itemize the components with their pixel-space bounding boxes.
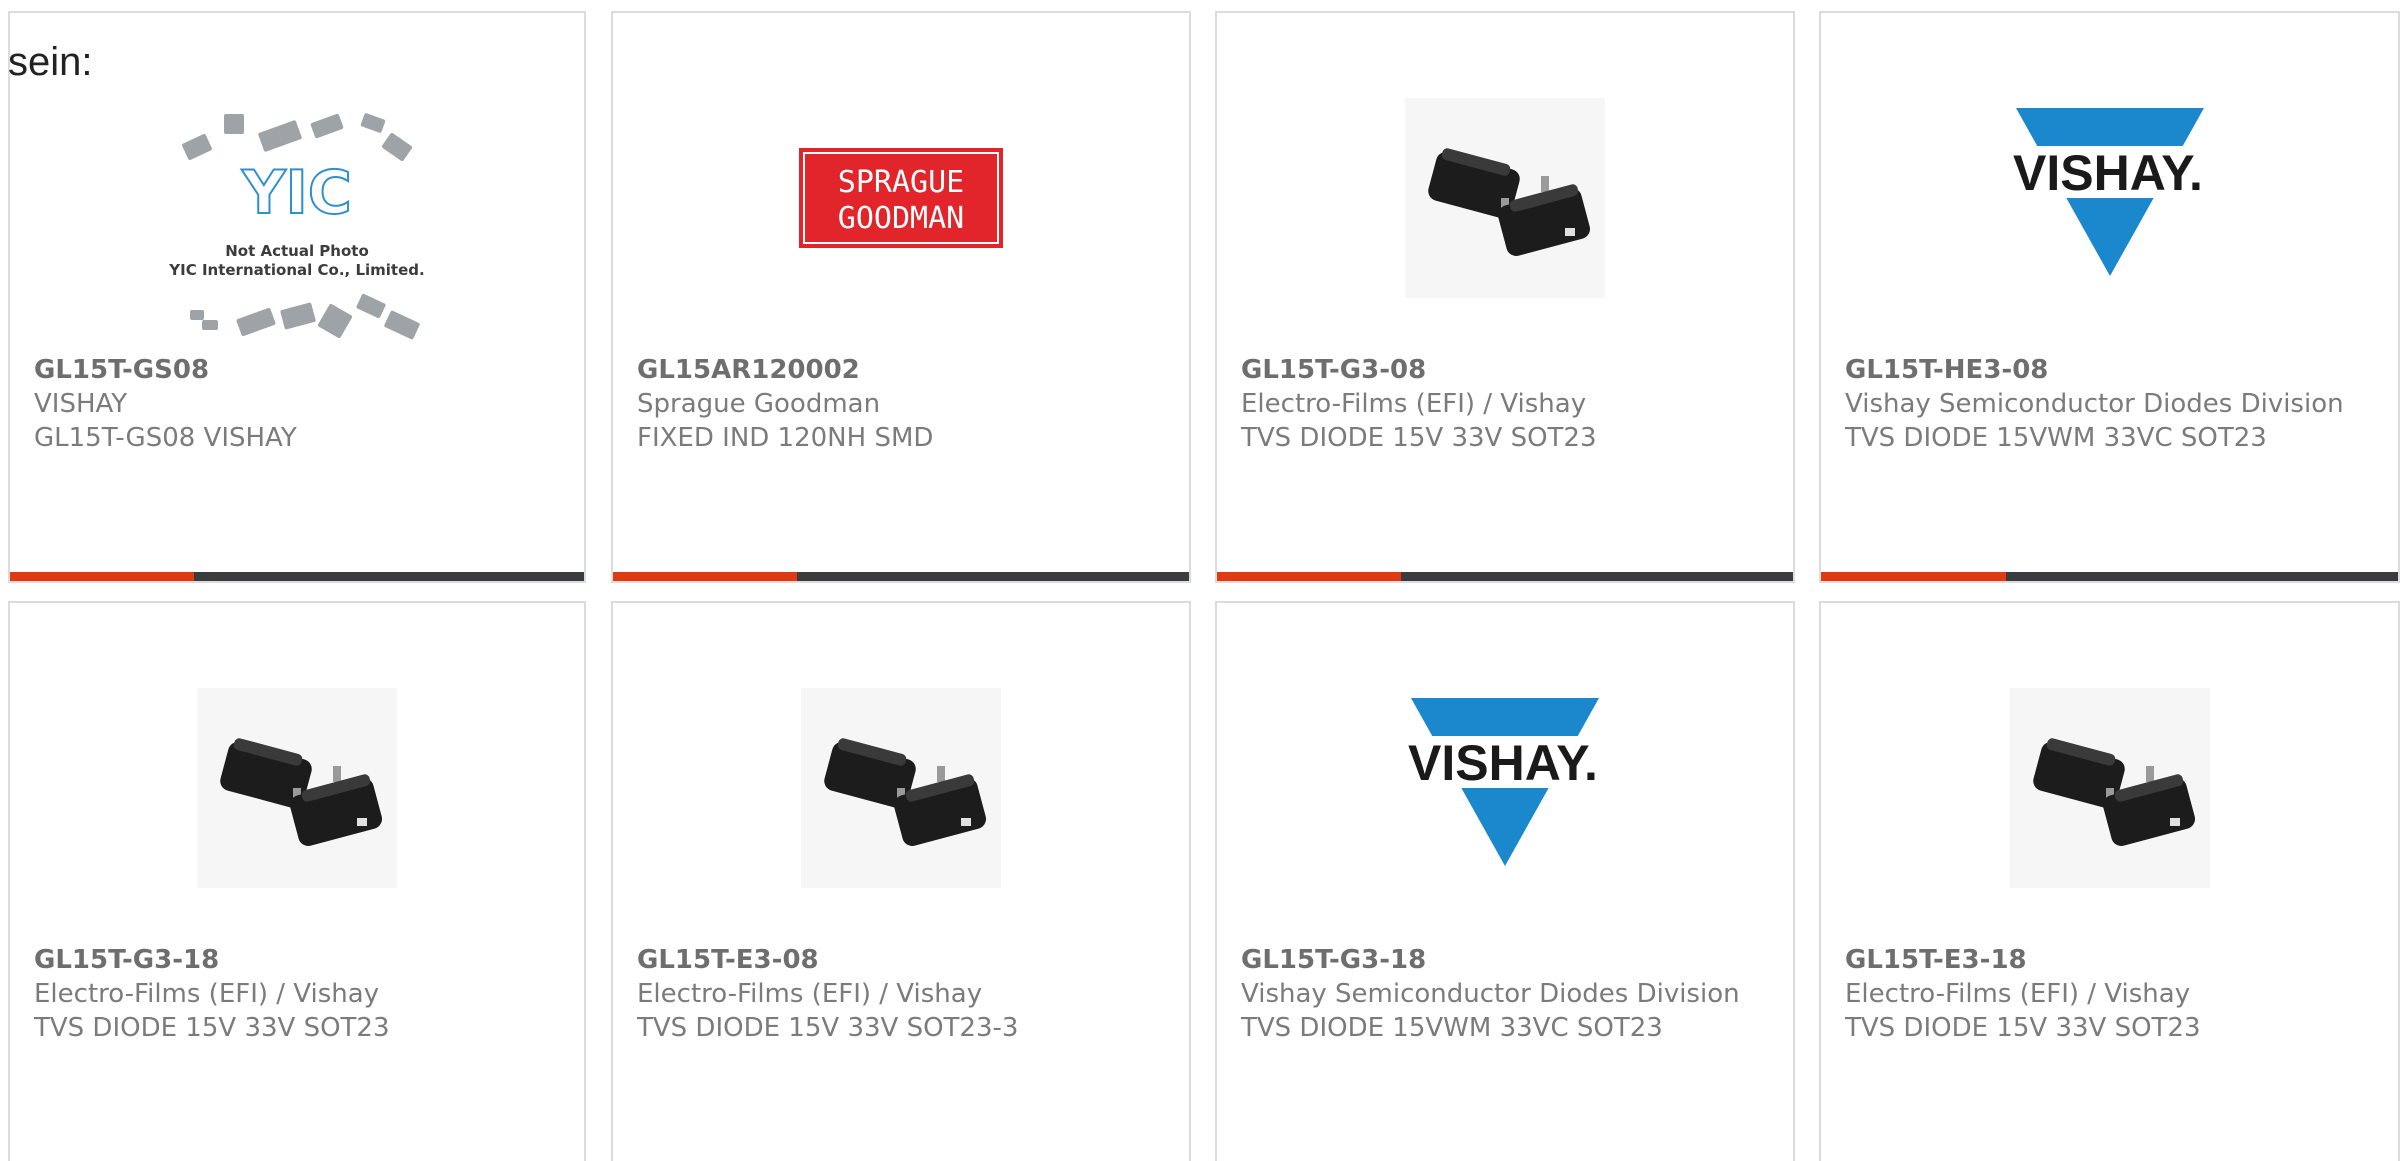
svg-text:VISHAY.: VISHAY. [1408, 735, 1598, 791]
manufacturer: Vishay Semiconductor Diodes Division [1241, 979, 1740, 1009]
manufacturer: Electro-Films (EFI) / Vishay [637, 979, 983, 1009]
manufacturer: Electro-Films (EFI) / Vishay [1241, 389, 1587, 419]
product-info: GL15T-G3-18 Vishay Semiconductor Diodes … [1241, 943, 1777, 1045]
product-info: GL15T-G3-18 Electro-Films (EFI) / Vishay… [34, 943, 568, 1045]
svg-text:GOODMAN: GOODMAN [838, 201, 964, 236]
card-accent-bar [1217, 572, 1793, 581]
svg-text:SPRAGUE: SPRAGUE [838, 165, 964, 200]
part-number[interactable]: GL15T-E3-18 [1845, 945, 2027, 975]
sot23-chip-icon [1405, 98, 1605, 298]
product-card[interactable]: VISHAY. GL15T-HE3-08 Vishay Semiconducto… [1819, 11, 2400, 583]
card-accent-bar [613, 572, 1189, 581]
manufacturer: Electro-Films (EFI) / Vishay [1845, 979, 2191, 1009]
product-info: GL15T-G3-08 Electro-Films (EFI) / Vishay… [1241, 353, 1777, 455]
product-info: GL15T-E3-18 Electro-Films (EFI) / Vishay… [1845, 943, 2382, 1045]
card-accent-bar [1821, 572, 2398, 581]
sot23-chip-icon [801, 688, 1001, 888]
product-image[interactable] [10, 673, 584, 903]
svg-text:YIC: YIC [241, 158, 352, 228]
description: TVS DIODE 15V 33V SOT23 [34, 1013, 390, 1043]
product-grid-page: YIC Not Actual Photo YIC International C… [0, 0, 2400, 1161]
product-image[interactable]: VISHAY. [1821, 83, 2398, 313]
lead-text: sein: [8, 40, 93, 84]
product-info: GL15T-GS08 VISHAY GL15T-GS08 VISHAY [34, 353, 568, 455]
manufacturer: Sprague Goodman [637, 389, 881, 419]
product-card[interactable]: GL15T-G3-08 Electro-Films (EFI) / Vishay… [1215, 11, 1795, 583]
svg-text:YIC International Co., Limited: YIC International Co., Limited. [168, 261, 424, 279]
svg-text:Not Actual Photo: Not Actual Photo [225, 242, 369, 260]
product-image[interactable] [613, 673, 1189, 903]
description: TVS DIODE 15V 33V SOT23-3 [637, 1013, 1019, 1043]
product-info: GL15T-HE3-08 Vishay Semiconductor Diodes… [1845, 353, 2382, 455]
card-accent-bar [10, 572, 584, 581]
vishay-logo-icon: VISHAY. [1405, 698, 1605, 866]
vishay-logo-icon: VISHAY. [2009, 108, 2210, 276]
part-number[interactable]: GL15T-GS08 [34, 355, 209, 385]
product-image[interactable]: YIC Not Actual Photo YIC International C… [10, 93, 584, 363]
manufacturer: VISHAY [34, 389, 128, 419]
product-card[interactable]: GL15T-G3-18 Electro-Films (EFI) / Vishay… [8, 601, 586, 1161]
part-number[interactable]: GL15T-G3-18 [1241, 945, 1426, 975]
product-card[interactable]: GL15T-E3-18 Electro-Films (EFI) / Vishay… [1819, 601, 2400, 1161]
description: TVS DIODE 15VWM 33VC SOT23 [1845, 423, 2267, 453]
description: TVS DIODE 15V 33V SOT23 [1241, 423, 1597, 453]
description: FIXED IND 120NH SMD [637, 423, 934, 453]
product-card[interactable]: GL15T-E3-08 Electro-Films (EFI) / Vishay… [611, 601, 1191, 1161]
product-image[interactable]: VISHAY. [1217, 673, 1793, 903]
product-card[interactable]: SPRAGUE GOODMAN GL15AR120002 Sprague Goo… [611, 11, 1191, 583]
product-card[interactable]: YIC Not Actual Photo YIC International C… [8, 11, 586, 583]
product-info: GL15AR120002 Sprague Goodman FIXED IND 1… [637, 353, 1173, 455]
manufacturer: Electro-Films (EFI) / Vishay [34, 979, 380, 1009]
part-number[interactable]: GL15T-E3-08 [637, 945, 819, 975]
sot23-chip-icon [2009, 688, 2210, 888]
product-image[interactable]: SPRAGUE GOODMAN [613, 83, 1189, 313]
description: TVS DIODE 15VWM 33VC SOT23 [1241, 1013, 1663, 1043]
svg-text:VISHAY.: VISHAY. [2013, 145, 2203, 201]
product-image[interactable] [1821, 673, 2398, 903]
sot23-chip-icon [197, 688, 397, 888]
manufacturer: Vishay Semiconductor Diodes Division [1845, 389, 2344, 419]
part-number[interactable]: GL15T-G3-08 [1241, 355, 1426, 385]
description: GL15T-GS08 VISHAY [34, 423, 297, 453]
product-info: GL15T-E3-08 Electro-Films (EFI) / Vishay… [637, 943, 1173, 1045]
part-number[interactable]: GL15AR120002 [637, 355, 860, 385]
part-number[interactable]: GL15T-G3-18 [34, 945, 219, 975]
product-image[interactable] [1217, 83, 1793, 313]
part-number[interactable]: GL15T-HE3-08 [1845, 355, 2048, 385]
product-card[interactable]: VISHAY. GL15T-G3-18 Vishay Semiconductor… [1215, 601, 1795, 1161]
not-actual-photo-icon: YIC Not Actual Photo YIC International C… [168, 113, 425, 340]
sprague-goodman-logo-icon: SPRAGUE GOODMAN [799, 148, 1003, 248]
description: TVS DIODE 15V 33V SOT23 [1845, 1013, 2201, 1043]
